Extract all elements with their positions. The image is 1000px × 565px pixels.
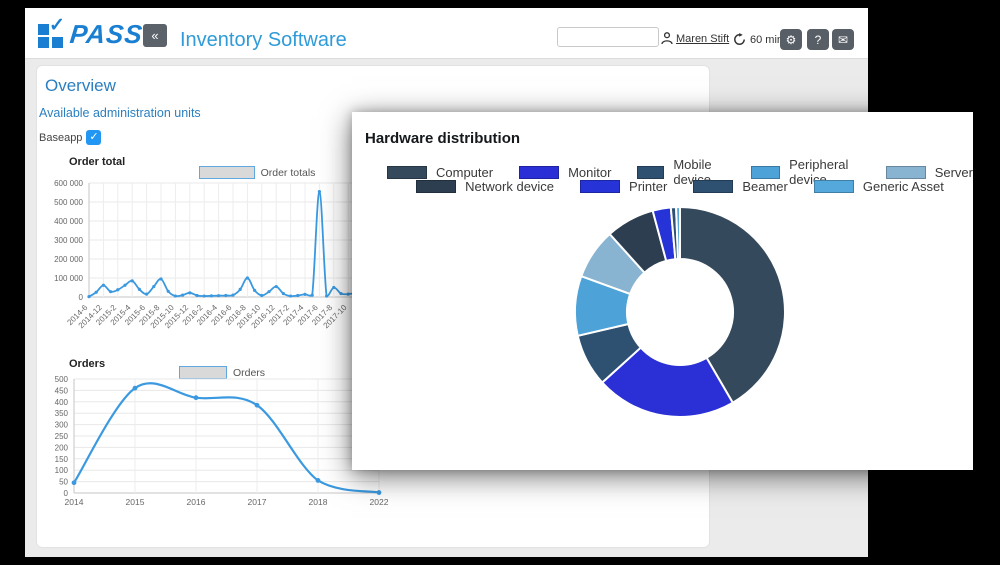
help-button[interactable]: ? <box>807 29 829 50</box>
svg-text:350: 350 <box>55 409 69 418</box>
mail-button[interactable]: ✉ <box>832 29 854 50</box>
svg-text:150: 150 <box>55 455 69 464</box>
legend-item-generic-asset[interactable]: Generic Asset <box>814 179 944 194</box>
legend-label: Monitor <box>568 165 611 180</box>
legend-swatch <box>416 180 456 193</box>
legend-swatch <box>637 166 664 179</box>
screen-background: { "header": { "logo_text": "PASS", "coll… <box>0 0 1000 565</box>
svg-text:2022: 2022 <box>370 497 389 507</box>
user-link[interactable]: Maren Stift <box>661 32 729 45</box>
svg-text:50: 50 <box>59 478 68 487</box>
svg-text:100: 100 <box>55 466 69 475</box>
svg-text:2018: 2018 <box>309 497 328 507</box>
pass-logo-icon: ✓ <box>38 21 65 48</box>
legend-item-beamer[interactable]: Beamer <box>693 179 788 194</box>
envelope-icon: ✉ <box>838 33 848 47</box>
legend-swatch <box>886 166 926 179</box>
legend-swatch <box>387 166 427 179</box>
logo-text: PASS <box>68 19 144 50</box>
section-title: Available administration units <box>39 106 201 120</box>
svg-text:250: 250 <box>55 432 69 441</box>
svg-text:400: 400 <box>55 398 69 407</box>
svg-text:0: 0 <box>79 293 84 302</box>
hardware-distribution-donut[interactable] <box>352 197 973 470</box>
legend-label: Computer <box>436 165 493 180</box>
legend-swatch <box>814 180 854 193</box>
refresh-icon <box>733 33 746 46</box>
order-total-legend-label: Order totals <box>261 167 316 179</box>
svg-text:400 000: 400 000 <box>54 217 83 226</box>
svg-text:200: 200 <box>55 443 69 452</box>
svg-text:2017: 2017 <box>248 497 267 507</box>
svg-text:2014: 2014 <box>65 497 84 507</box>
legend-swatch <box>693 180 733 193</box>
logo-check-icon: ✓ <box>49 14 65 37</box>
user-name: Maren Stift <box>676 33 729 45</box>
legend-swatch <box>519 166 559 179</box>
refresh-interval: 60 min <box>750 34 783 46</box>
svg-text:300 000: 300 000 <box>54 236 83 245</box>
svg-text:500: 500 <box>55 375 69 384</box>
svg-text:2016: 2016 <box>187 497 206 507</box>
person-icon <box>661 32 673 45</box>
donut-legend-row-2: Network device Printer Beamer Generic Asset <box>387 179 973 194</box>
svg-text:200 000: 200 000 <box>54 255 83 264</box>
legend-swatch <box>751 166 780 179</box>
svg-text:100 000: 100 000 <box>54 274 83 283</box>
sidebar-collapse-button[interactable]: « <box>143 24 167 47</box>
baseapp-label: Baseapp <box>39 132 82 144</box>
legend-label: Generic Asset <box>863 179 944 194</box>
hardware-distribution-panel: Hardware distribution ComputerMonitorMob… <box>352 112 973 470</box>
pass-logo: ✓ PASS <box>38 19 143 50</box>
legend-label: Server <box>935 165 973 180</box>
refresh-control[interactable]: 60 min <box>733 33 783 46</box>
page-title: Overview <box>45 76 116 96</box>
settings-button[interactable]: ⚙ <box>780 29 802 50</box>
svg-text:600 000: 600 000 <box>54 179 83 188</box>
legend-label: Printer <box>629 179 667 194</box>
svg-text:300: 300 <box>55 421 69 430</box>
header-search-input[interactable] <box>557 27 659 47</box>
gear-icon: ⚙ <box>786 33 797 47</box>
legend-label: Beamer <box>742 179 788 194</box>
baseapp-row: Baseapp ✓ <box>39 130 101 145</box>
baseapp-checkbox[interactable]: ✓ <box>86 130 101 145</box>
header-bar: ✓ PASS « Inventory Software Maren Stift … <box>25 8 868 59</box>
legend-item-printer[interactable]: Printer <box>580 179 667 194</box>
svg-text:500 000: 500 000 <box>54 198 83 207</box>
svg-text:450: 450 <box>55 386 69 395</box>
legend-label: Network device <box>465 179 554 194</box>
hardware-distribution-title: Hardware distribution <box>365 130 520 147</box>
svg-text:2015: 2015 <box>126 497 145 507</box>
legend-item-network-device[interactable]: Network device <box>416 179 554 194</box>
legend-swatch <box>580 180 620 193</box>
question-icon: ? <box>815 33 822 47</box>
app-title: Inventory Software <box>180 29 347 52</box>
